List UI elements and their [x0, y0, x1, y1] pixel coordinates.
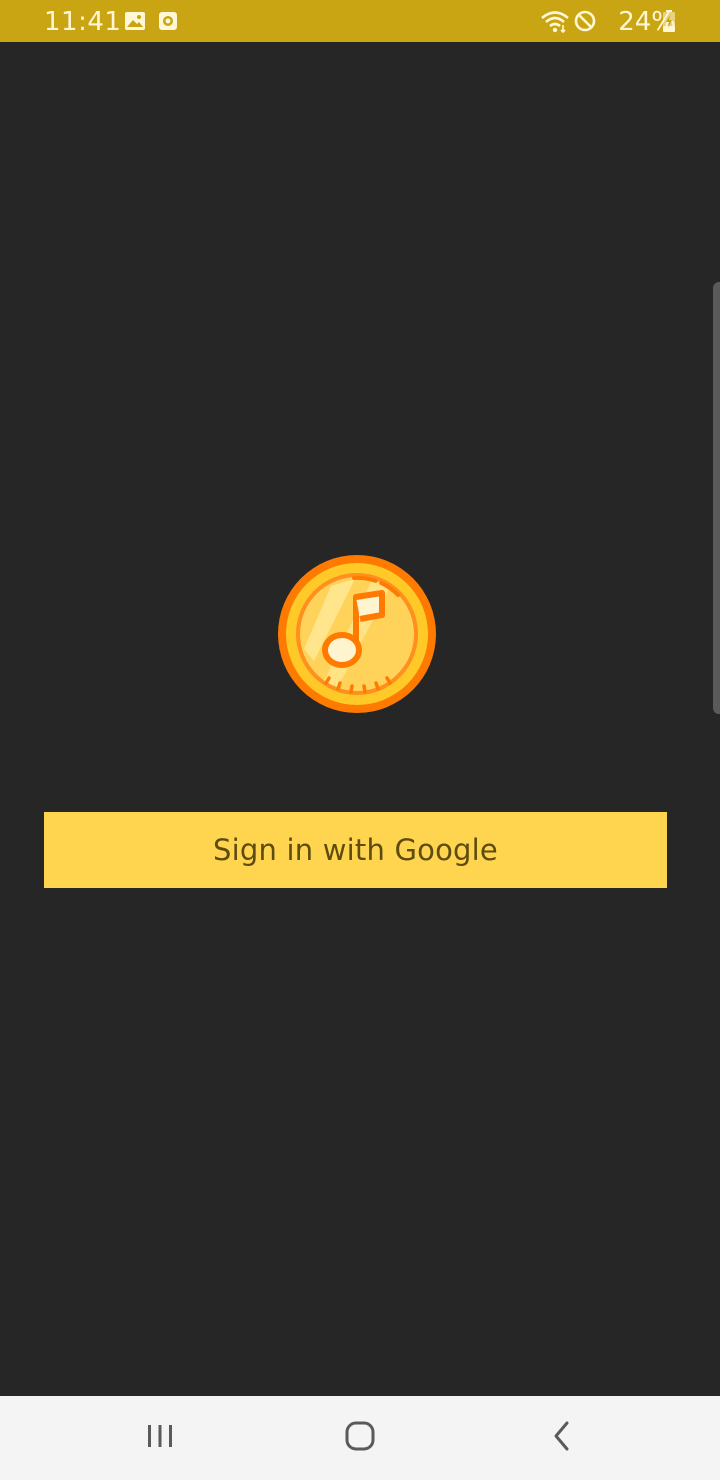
status-bar: 11:41 24% — [0, 0, 720, 42]
navigation-bar — [0, 1396, 720, 1480]
recent-apps-icon — [145, 1423, 175, 1453]
back-button[interactable] — [530, 1410, 594, 1466]
home-button[interactable] — [328, 1410, 392, 1466]
edge-panel-handle[interactable] — [713, 282, 720, 714]
status-time: 11:41 — [44, 7, 122, 37]
do-not-disturb-icon — [574, 10, 596, 36]
sign-in-with-google-button[interactable]: Sign in with Google — [44, 812, 667, 888]
recent-apps-button[interactable] — [128, 1410, 192, 1466]
battery-charging-icon — [662, 10, 676, 36]
screen-recorder-icon — [158, 11, 178, 35]
back-icon — [551, 1420, 573, 1456]
sign-in-label: Sign in with Google — [213, 833, 498, 867]
home-icon — [344, 1420, 376, 1456]
wifi-icon — [540, 9, 570, 37]
image-notification-icon — [124, 11, 146, 35]
login-screen: 11:41 24% Sign in with Google — [0, 0, 720, 1480]
music-note-coin-icon — [276, 553, 438, 715]
